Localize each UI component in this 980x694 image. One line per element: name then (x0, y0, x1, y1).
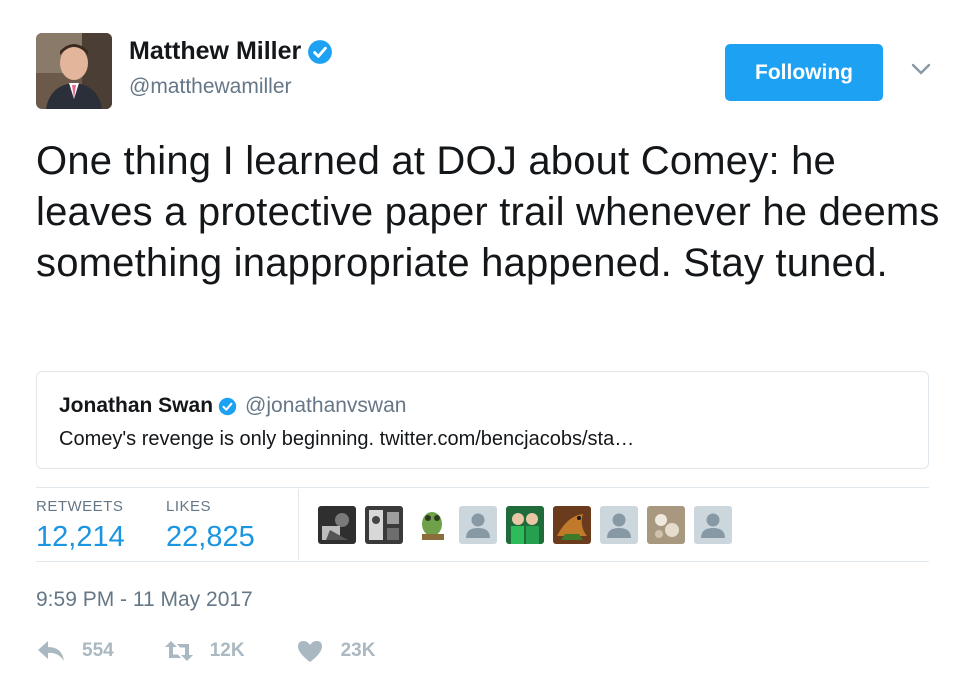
likes-value: 22,825 (166, 521, 255, 553)
liker-avatar[interactable] (318, 506, 356, 544)
reply-icon (38, 641, 64, 661)
tweet-actions: 554 12K 23K (36, 636, 425, 666)
author-display-name[interactable]: Matthew Miller (129, 37, 301, 66)
liker-avatar[interactable] (412, 506, 450, 544)
default-avatar-icon[interactable] (459, 506, 497, 544)
quoted-tweet-header: Jonathan Swan @jonathanvswan (59, 394, 406, 418)
tweet-header: Matthew Miller @matthewamiller Following (36, 33, 946, 111)
verified-badge-icon (218, 397, 237, 416)
liker-avatar[interactable] (365, 506, 403, 544)
likes-label: LIKES (166, 498, 212, 515)
quoted-tweet[interactable]: Jonathan Swan @jonathanvswan Comey's rev… (36, 371, 929, 469)
liker-avatars (318, 506, 741, 544)
quoted-author-name: Jonathan Swan (59, 394, 214, 417)
stats-divider-top (36, 487, 929, 488)
likes-stat[interactable]: LIKES 22,825 (166, 498, 255, 554)
default-avatar-icon[interactable] (600, 506, 638, 544)
retweet-action[interactable]: 12K (164, 638, 245, 664)
tweet-timestamp[interactable]: 9:59 PM - 11 May 2017 (36, 588, 253, 612)
stats-separator (298, 489, 299, 560)
liker-avatar[interactable] (647, 506, 685, 544)
author-handle[interactable]: @matthewamiller (129, 75, 333, 99)
reply-count: 554 (82, 640, 114, 661)
quoted-author-handle: @jonathanvswan (245, 394, 407, 417)
retweet-count: 12K (209, 640, 245, 661)
retweets-label: RETWEETS (36, 498, 124, 515)
like-action[interactable]: 23K (295, 638, 376, 664)
chevron-down-icon[interactable] (909, 57, 933, 81)
retweets-stat[interactable]: RETWEETS 12,214 (36, 498, 125, 554)
verified-badge-icon (307, 39, 333, 65)
author-avatar[interactable] (36, 33, 112, 109)
author-info: Matthew Miller @matthewamiller (129, 37, 333, 99)
following-button[interactable]: Following (725, 44, 883, 101)
like-count: 23K (340, 640, 376, 661)
retweet-icon (164, 641, 193, 661)
tweet-text: One thing I learned at DOJ about Comey: … (36, 139, 940, 285)
retweets-value: 12,214 (36, 521, 125, 553)
stats-divider-bottom (36, 561, 929, 562)
reply-action[interactable]: 554 (36, 638, 114, 664)
default-avatar-icon[interactable] (694, 506, 732, 544)
quoted-tweet-text: Comey's revenge is only beginning. twitt… (59, 428, 635, 450)
liker-avatar[interactable] (506, 506, 544, 544)
heart-icon (297, 641, 322, 662)
liker-avatar[interactable] (553, 506, 591, 544)
